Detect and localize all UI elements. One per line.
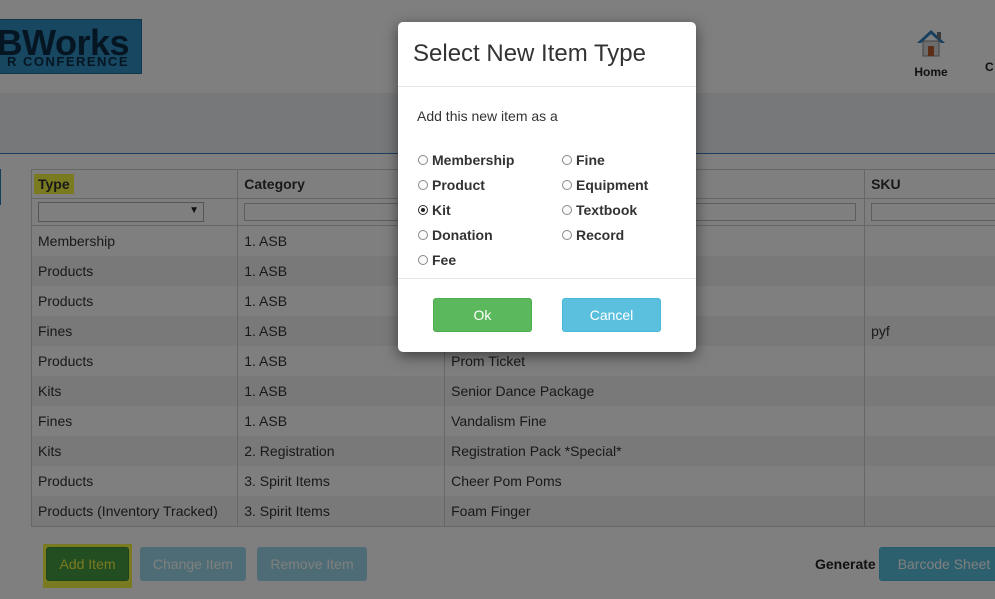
option-label: Kit [432,202,451,218]
radio-record[interactable] [562,230,572,240]
option-label: Fine [576,152,605,168]
cancel-button[interactable]: Cancel [562,298,661,332]
option-label: Record [576,227,625,243]
option-label: Product [432,177,485,193]
select-item-type-dialog: Select New Item Type Add this new item a… [398,22,696,352]
option-record[interactable]: Record [562,227,624,243]
dialog-divider-top [398,86,696,87]
option-donation[interactable]: Donation [418,227,493,243]
option-label: Textbook [576,202,638,218]
dialog-divider-bottom [398,278,696,279]
option-product[interactable]: Product [418,177,485,193]
option-fee[interactable]: Fee [418,252,456,268]
option-kit[interactable]: Kit [418,202,451,218]
option-label: Equipment [576,177,649,193]
radio-membership[interactable] [418,155,428,165]
radio-equipment[interactable] [562,180,572,190]
dialog-title: Select New Item Type [413,40,646,67]
option-label: Fee [432,252,457,268]
radio-kit[interactable] [418,205,428,215]
option-equipment[interactable]: Equipment [562,177,648,193]
option-fine[interactable]: Fine [562,152,605,168]
radio-fee[interactable] [418,255,428,265]
radio-donation[interactable] [418,230,428,240]
radio-product[interactable] [418,180,428,190]
radio-textbook[interactable] [562,205,572,215]
radio-fine[interactable] [562,155,572,165]
option-label: Membership [432,152,515,168]
ok-button[interactable]: Ok [433,298,532,332]
option-membership[interactable]: Membership [418,152,514,168]
dialog-intro: Add this new item as a [417,108,558,124]
option-textbook[interactable]: Textbook [562,202,637,218]
option-label: Donation [432,227,493,243]
